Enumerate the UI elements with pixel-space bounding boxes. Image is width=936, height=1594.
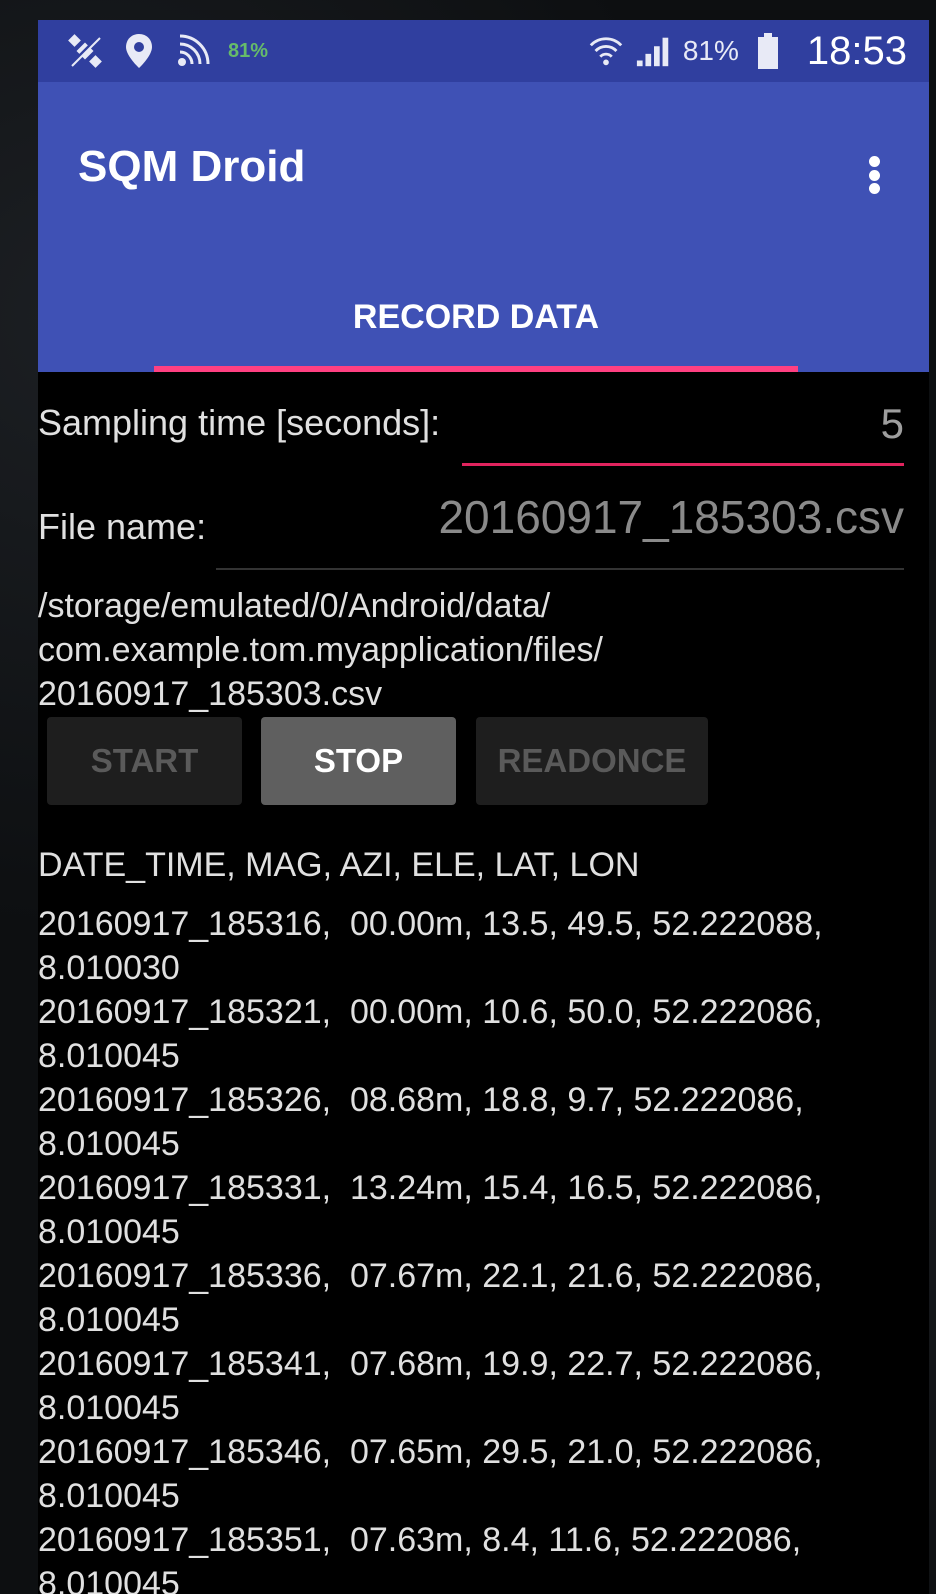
tab-label: RECORD DATA bbox=[352, 298, 600, 336]
nfc-signal-icon bbox=[174, 32, 212, 70]
list-item: 20160917_185351, 07.63m, 8.4, 11.6, 52.2… bbox=[38, 1521, 802, 1559]
battery-percent: 81% bbox=[682, 35, 739, 66]
file-name-input[interactable]: 20160917_185303.csv bbox=[216, 484, 904, 570]
list-item: 8.010045 bbox=[38, 1037, 180, 1075]
satellite-off-icon bbox=[66, 32, 104, 70]
clock: 18:53 bbox=[806, 28, 907, 73]
status-bar-left: 81% bbox=[38, 32, 268, 70]
list-item: 8.010045 bbox=[38, 1213, 180, 1251]
list-item: 20160917_185331, 13.24m, 15.4, 16.5, 52.… bbox=[38, 1169, 823, 1207]
list-item: 20160917_185316, 00.00m, 13.5, 49.5, 52.… bbox=[38, 905, 823, 943]
wifi-icon bbox=[587, 32, 625, 70]
list-item: 8.010045 bbox=[38, 1125, 180, 1163]
location-pin-icon bbox=[120, 32, 158, 70]
sampling-time-label: Sampling time [seconds]: bbox=[38, 402, 441, 443]
file-name-label: File name: bbox=[38, 506, 207, 547]
readonce-button[interactable]: READONCE bbox=[476, 717, 708, 805]
list-item: 20160917_185346, 07.65m, 29.5, 21.0, 52.… bbox=[38, 1433, 823, 1471]
list-item: 20160917_185341, 07.68m, 19.9, 22.7, 52.… bbox=[38, 1345, 823, 1383]
tab-record-data[interactable]: RECORD DATA bbox=[154, 272, 798, 372]
file-row: File name: 20160917_185303.csv bbox=[38, 484, 929, 574]
list-item: 20160917_185326, 08.68m, 18.8, 9.7, 52.2… bbox=[38, 1081, 804, 1119]
path-line: /storage/emulated/0/Android/data/ bbox=[38, 587, 551, 625]
status-bar: 81% 81% 18:53 bbox=[38, 20, 929, 82]
list-item: 8.010045 bbox=[38, 1565, 180, 1594]
app-bar: SQM Droid RECORD DATA bbox=[38, 82, 929, 372]
list-item: 20160917_185321, 00.00m, 10.6, 50.0, 52.… bbox=[38, 993, 823, 1031]
path-line: com.example.tom.myapplication/files/ bbox=[38, 631, 604, 669]
start-button[interactable]: START bbox=[47, 717, 242, 805]
battery-icon bbox=[749, 32, 787, 70]
file-path: /storage/emulated/0/Android/data/ com.ex… bbox=[38, 584, 898, 716]
left-battery-percent: 81% bbox=[228, 39, 269, 62]
app-window: 81% 81% 18:53 SQM Droid RECORD DATA Samp… bbox=[38, 20, 929, 1594]
path-line: 20160917_185303.csv bbox=[38, 675, 383, 713]
data-header: DATE_TIME, MAG, AZI, ELE, LAT, LON bbox=[38, 846, 640, 884]
status-bar-right: 81% 18:53 bbox=[587, 29, 929, 74]
app-title: SQM Droid bbox=[78, 142, 306, 191]
more-vert-icon[interactable] bbox=[859, 152, 889, 198]
list-item: 8.010045 bbox=[38, 1477, 180, 1515]
list-item: 8.010030 bbox=[38, 949, 180, 987]
cell-signal-icon bbox=[635, 32, 673, 70]
sampling-time-input[interactable]: 5 bbox=[462, 378, 904, 466]
list-item: 20160917_185336, 07.67m, 22.1, 21.6, 52.… bbox=[38, 1257, 823, 1295]
data-log: 20160917_185316, 00.00m, 13.5, 49.5, 52.… bbox=[38, 902, 918, 1594]
sampling-row: Sampling time [seconds]: 5 bbox=[38, 372, 929, 472]
list-item: 8.010045 bbox=[38, 1301, 180, 1339]
stop-button[interactable]: STOP bbox=[261, 717, 456, 805]
list-item: 8.010045 bbox=[38, 1389, 180, 1427]
